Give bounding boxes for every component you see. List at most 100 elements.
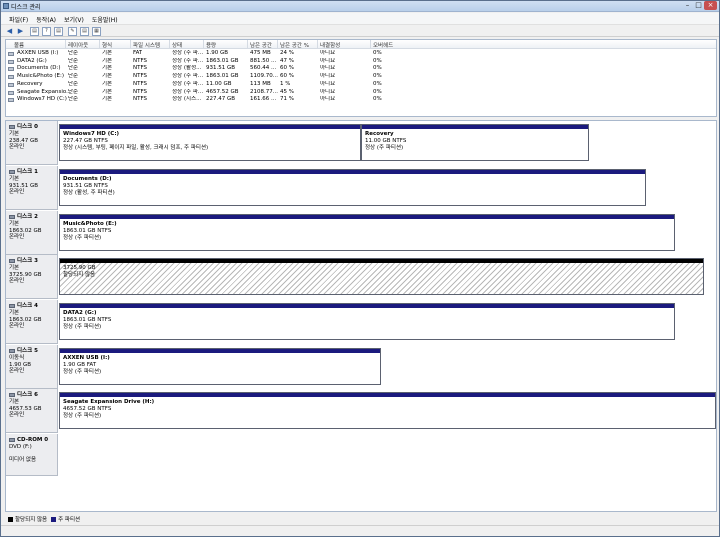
volume-cell: 227.47 GB [206, 96, 236, 103]
partition-name: AXXEN USB (I:) [63, 355, 110, 361]
legend-unallocated-swatch [8, 516, 13, 522]
maximize-icon[interactable]: □ [693, 1, 704, 10]
toolbar: ◀ ▶ ▤ ? ▤ ✎ ▤ ▦ [1, 24, 719, 37]
volume-cell: 0% [373, 73, 382, 80]
column-separator[interactable] [99, 40, 100, 49]
column-separator[interactable] [247, 40, 248, 49]
forward-arrow-icon[interactable]: ▶ [16, 27, 25, 36]
partition[interactable]: Recovery 11.00 GB NTFS 정상 (주 파티션) [361, 124, 589, 161]
volume-cell: 0% [373, 88, 382, 95]
disk-label[interactable]: 디스크 1 기본 931.51 GB 온라인 [6, 166, 58, 210]
connect-icon[interactable]: ✎ [68, 27, 77, 36]
disk-label[interactable]: 디스크 5 이동식 1.90 GB 온라인 [6, 345, 58, 389]
unallocated-space[interactable]: 3725.90 GB 할당되지 않음 [59, 258, 704, 295]
volume-cell: 47 % [280, 57, 294, 64]
volume-row[interactable]: DATA2 (G:) 단순 기본 NTFS 정상 (주 파... 1863.01 GB 88… [6, 58, 716, 66]
column-header[interactable]: 볼륨 [14, 41, 24, 49]
column-header[interactable]: 상태 [172, 41, 182, 49]
volume-cell: 45 % [280, 88, 294, 95]
partition-size: 931.51 GB NTFS [63, 183, 108, 189]
volume-cell: 정상 (주 파... [172, 50, 204, 56]
column-header[interactable]: 레이아웃 [68, 41, 88, 49]
window-controls: – □ × [682, 1, 717, 11]
column-header[interactable]: 내결함성 [320, 41, 340, 49]
partition-name: Music&Photo (E:) [63, 221, 117, 227]
volume-row[interactable]: AXXEN USB (I:) 단순 기본 FAT 정상 (주 파... 1.90 GB 47… [6, 50, 716, 58]
volume-cell: 기본 [102, 57, 113, 64]
volume-cell: 정상 (주 파... [172, 73, 204, 80]
back-arrow-icon[interactable]: ◀ [5, 27, 14, 36]
column-separator[interactable] [130, 40, 131, 49]
close-icon[interactable]: × [704, 1, 717, 10]
partition[interactable]: DATA2 (G:) 1863.01 GB NTFS 정상 (주 파티션) [59, 303, 675, 340]
menu-help[interactable]: 도움말(H) [88, 13, 122, 24]
column-separator[interactable] [65, 40, 66, 49]
volume-cell: 2108.77... [250, 88, 278, 95]
action-icon[interactable]: ▤ [80, 27, 89, 36]
partition[interactable]: Documents (D:) 931.51 GB NTFS 정상 (활성, 주 파티… [59, 169, 646, 206]
disk-name: CD-ROM 0 [17, 437, 49, 443]
disk-status: 온라인 [9, 323, 25, 329]
column-separator[interactable] [169, 40, 170, 49]
volume-cell: 4657.52 GB [206, 88, 239, 95]
partition[interactable]: Seagate Expansion Drive (H:) 4657.52 GB N… [59, 392, 716, 429]
volume-row[interactable]: Documents (D:) 단순 기본 NTFS 정상 (활성... 931.51 GB… [6, 65, 716, 73]
volume-cell: NTFS [133, 65, 148, 72]
disk-management-window: 디스크 관리 – □ × 파일(F) 동작(A) 보기(V) 도움말(H) ◀ … [0, 0, 720, 537]
partition[interactable]: AXXEN USB (I:) 1.90 GB FAT 정상 (주 파티션) [59, 348, 381, 385]
volume-row[interactable]: Seagate Expansio... 단순 기본 NTFS 정상 (주 파... 465… [6, 89, 716, 97]
menu-action[interactable]: 동작(A) [32, 13, 60, 24]
console-tree-icon[interactable]: ▤ [30, 27, 39, 36]
partition-status: 정상 (주 파티션) [63, 369, 102, 375]
column-header[interactable]: 형식 [102, 41, 112, 49]
column-separator[interactable] [277, 40, 278, 49]
legend-primary-swatch [51, 516, 57, 522]
disk-label[interactable]: 디스크 6 기본 4657.53 GB 온라인 [6, 389, 58, 433]
disk-label[interactable]: 디스크 2 기본 1863.02 GB 온라인 [6, 211, 58, 255]
disk-row: 디스크 4 기본 1863.02 GB 온라인 DATA2 (G:) 1863.01 GB… [6, 300, 718, 344]
partition[interactable]: Music&Photo (E:) 1863.01 GB NTFS 정상 (주 파티션… [59, 214, 675, 251]
disk-row: 디스크 0 기본 238.47 GB 온라인 Windows7 HD (C:) 227.4… [6, 121, 718, 165]
volume-cell: 아니요 [320, 73, 336, 80]
disk-label[interactable]: 디스크 0 기본 238.47 GB 온라인 [6, 121, 58, 165]
disk-name: 디스크 4 [17, 303, 38, 309]
column-separator[interactable] [370, 40, 371, 49]
disk-row: 디스크 2 기본 1863.02 GB 온라인 Music&Photo (E:) 1863… [6, 211, 718, 255]
volume-row[interactable]: Music&Photo (E:) 단순 기본 NTFS 정상 (주 파... 1863.0… [6, 73, 716, 81]
disk-drive-icon [9, 348, 15, 353]
column-separator[interactable] [203, 40, 204, 49]
disk-label[interactable]: 디스크 3 기본 3725.90 GB 온라인 [6, 255, 58, 299]
legend: 할당되지 않음 주 파티션 [5, 514, 717, 524]
volume-cell: 1863.01 GB [206, 57, 239, 64]
partition-size: 1863.01 GB NTFS [63, 228, 112, 234]
column-separator[interactable] [317, 40, 318, 49]
volume-row[interactable]: Recovery 단순 기본 NTFS 정상 (주 파... 11.00 GB 113 MB… [6, 81, 716, 89]
column-header[interactable]: 남은 공간 % [280, 41, 309, 49]
volume-cell: 정상 (주 파... [172, 88, 204, 95]
volume-cell: 기본 [102, 80, 113, 87]
volume-icon [8, 90, 14, 95]
view-icon[interactable]: ▦ [92, 27, 101, 36]
volume-cell: 0% [373, 80, 382, 87]
column-header[interactable]: 파일 시스템 [133, 41, 160, 49]
properties-icon[interactable]: ▤ [54, 27, 63, 36]
help-icon[interactable]: ? [42, 27, 51, 36]
partition-color-band [60, 304, 674, 308]
partition-size: 227.47 GB NTFS [63, 138, 108, 144]
title-bar[interactable]: 디스크 관리 – □ × [1, 1, 719, 12]
disk-label[interactable]: CD-ROM 0 DVD (F:) 미디어 없음 [6, 434, 58, 476]
status-bar [1, 525, 719, 536]
volume-row[interactable]: Windows7 HD (C:) 단순 기본 NTFS 정상 (시스... 227.47 … [6, 96, 716, 104]
disk-label[interactable]: 디스크 4 기본 1863.02 GB 온라인 [6, 300, 58, 344]
volume-cell: 71 % [280, 96, 294, 103]
menu-file[interactable]: 파일(F) [5, 13, 32, 24]
minimize-icon[interactable]: – [682, 1, 693, 10]
partition-color-band [60, 215, 674, 219]
partition[interactable]: Windows7 HD (C:) 227.47 GB NTFS 정상 (시스템, 부… [59, 124, 361, 161]
column-header[interactable]: 남은 공간 [250, 41, 272, 49]
column-header[interactable]: 오버헤드 [373, 41, 393, 49]
disk-drive-icon [9, 214, 15, 219]
column-header[interactable]: 용량 [206, 41, 216, 49]
menu-view[interactable]: 보기(V) [60, 13, 88, 24]
disk-status: 온라인 [9, 189, 25, 195]
